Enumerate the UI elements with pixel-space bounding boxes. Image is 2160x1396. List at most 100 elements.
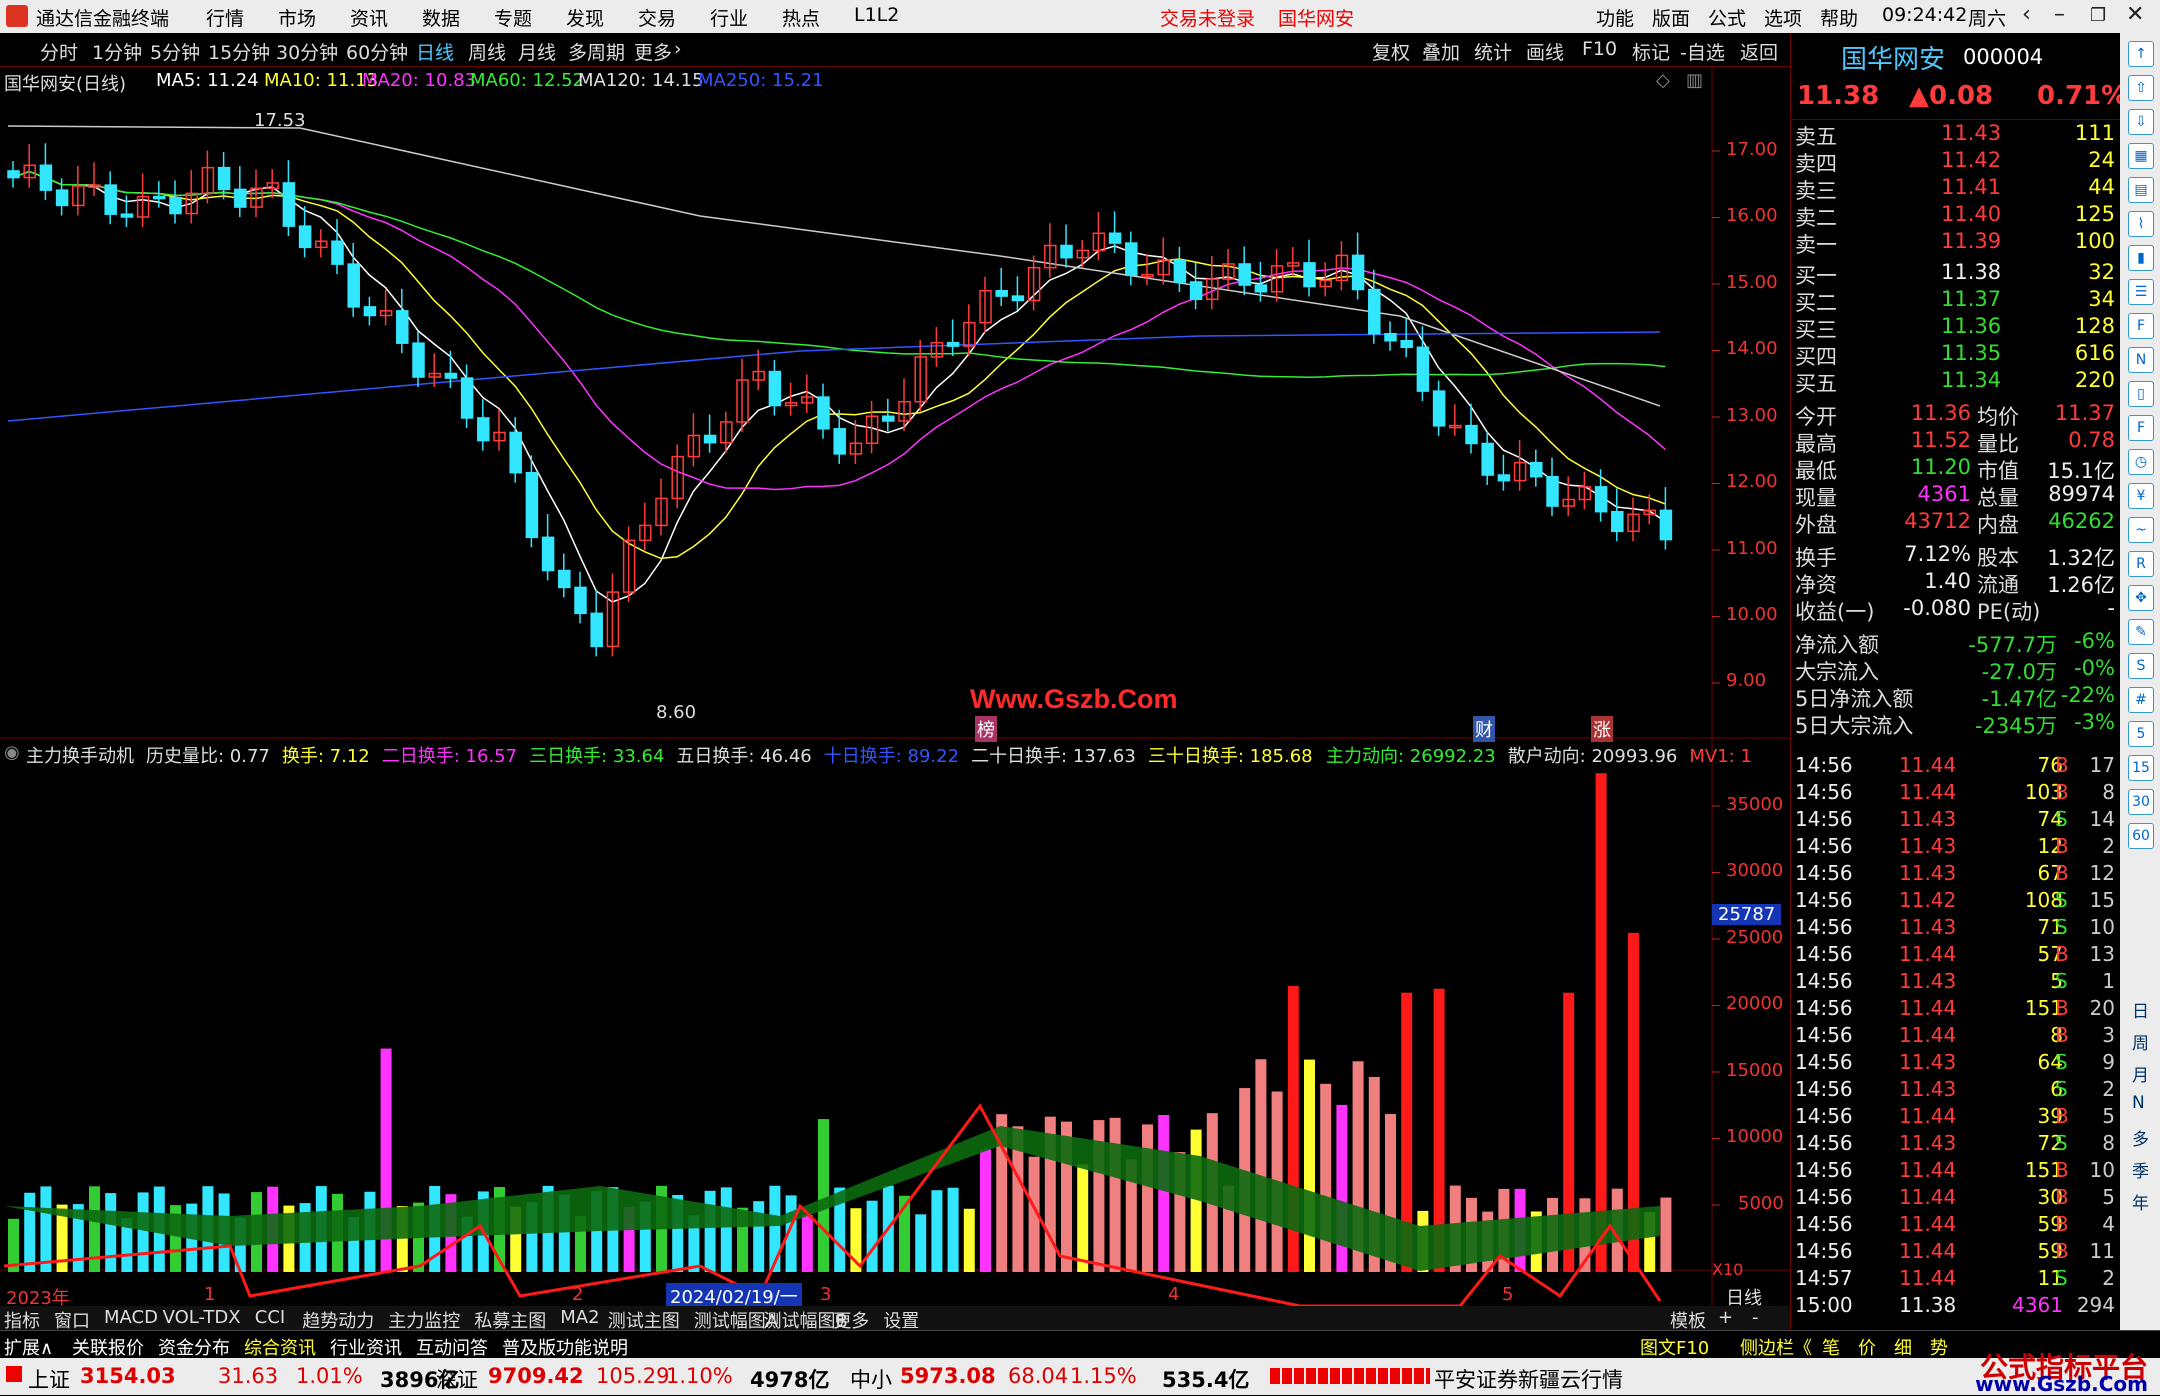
tick-row[interactable]: 15:00 11.38 4361 294 xyxy=(1791,1293,2121,1320)
side-period-year[interactable]: 年 xyxy=(2132,1189,2149,1214)
zx-index-name[interactable]: 中小 xyxy=(850,1364,892,1394)
trade-login-notice[interactable]: 交易未登录 xyxy=(1160,4,1255,31)
flow-row[interactable]: 净流入额 -577.7万 -6% xyxy=(1791,629,2121,657)
tool-huaxian[interactable]: 画线 xyxy=(1526,38,1564,65)
bar-chart-icon[interactable]: ▮ xyxy=(2128,245,2154,271)
menu-l1l2[interactable]: L1L2 xyxy=(854,4,899,26)
extension-tab[interactable]: 资金分布 xyxy=(158,1334,230,1360)
menu-jiaoyi[interactable]: 交易 xyxy=(638,4,676,31)
template-button[interactable]: + xyxy=(1718,1307,1733,1328)
buy-level-row[interactable]: 买二 11.37 34 xyxy=(1791,287,2121,315)
tick-row[interactable]: 14:56 11.44 151 B 20 xyxy=(1791,996,2121,1023)
tick-row[interactable]: 14:57 11.44 11 S 2 xyxy=(1791,1266,2121,1293)
menu-hangqing[interactable]: 行情 xyxy=(206,4,244,31)
side-tab[interactable]: 侧边栏《 xyxy=(1740,1334,1812,1360)
minimize-icon[interactable]: – xyxy=(2054,2,2065,27)
side-tab[interactable]: 细 xyxy=(1894,1334,1912,1360)
panel-toggle-icon[interactable]: ▥ xyxy=(1686,70,1703,91)
menu-faxian[interactable]: 发现 xyxy=(566,4,604,31)
tick-row[interactable]: 14:56 11.44 30 B 5 xyxy=(1791,1185,2121,1212)
fs-icon[interactable]: S xyxy=(2128,653,2154,679)
wave-icon[interactable]: ~ xyxy=(2128,517,2154,543)
pen-icon[interactable]: ✎ xyxy=(2128,619,2154,645)
sell-level-row[interactable]: 卖三 11.41 44 xyxy=(1791,175,2121,203)
side-period-day[interactable]: 日 xyxy=(2132,997,2149,1022)
side-period-multi[interactable]: 多 xyxy=(2132,1125,2149,1150)
extension-tab[interactable]: 扩展∧ xyxy=(4,1334,53,1360)
menu-xuanxiang[interactable]: 选项 xyxy=(1764,4,1802,31)
menu-bangzhu[interactable]: 帮助 xyxy=(1820,4,1858,31)
tool-zixuan[interactable]: -自选 xyxy=(1680,38,1725,65)
chevron-right-icon[interactable]: › xyxy=(674,38,682,60)
tick-row[interactable]: 14:56 11.43 6 S 2 xyxy=(1791,1077,2121,1104)
close-icon[interactable]: ✕ xyxy=(2126,2,2144,27)
menu-zixun[interactable]: 资讯 xyxy=(350,4,388,31)
tick-row[interactable]: 14:56 11.43 67 B 12 xyxy=(1791,861,2121,888)
stat-row[interactable]: 现量 4361 总量 89974 xyxy=(1791,482,2121,510)
sell-level-row[interactable]: 卖二 11.40 125 xyxy=(1791,202,2121,230)
side-period-season[interactable]: 季 xyxy=(2132,1157,2149,1182)
tool-biaoji[interactable]: 标记 xyxy=(1632,38,1670,65)
restore-icon[interactable]: ❐ xyxy=(2090,5,2106,26)
stat-row[interactable]: 净资 1.40 流通 1.26亿 xyxy=(1791,569,2121,597)
indicator-tab[interactable]: CCI xyxy=(255,1307,285,1328)
diamond-icon[interactable]: ◇ xyxy=(1656,70,1670,91)
sell-level-row[interactable]: 卖一 11.39 100 xyxy=(1791,229,2121,257)
tick-row[interactable]: 14:56 11.44 59 B 4 xyxy=(1791,1212,2121,1239)
back-arrow-icon[interactable]: ‹ xyxy=(2022,2,2031,27)
period-15min[interactable]: 15分钟 xyxy=(208,38,270,65)
f2-icon[interactable]: F xyxy=(2128,415,2154,441)
move-icon[interactable]: ✥ xyxy=(2128,585,2154,611)
tool-diejia[interactable]: 叠加 xyxy=(1422,38,1460,65)
tick-row[interactable]: 14:56 11.43 74 S 14 xyxy=(1791,807,2121,834)
tick-row[interactable]: 14:56 11.42 108 S 15 xyxy=(1791,888,2121,915)
extension-tab[interactable]: 行业资讯 xyxy=(330,1334,402,1360)
indicator-tab[interactable]: VOL-TDX xyxy=(163,1307,241,1328)
stat-row[interactable]: 最低 11.20 市值 15.1亿 xyxy=(1791,455,2121,483)
tool-f10[interactable]: F10 xyxy=(1582,38,1617,60)
table-icon[interactable]: ▤ xyxy=(2128,177,2154,203)
period-daily[interactable]: 日线 xyxy=(416,38,454,65)
tick-row[interactable]: 14:56 11.44 57 B 13 xyxy=(1791,942,2121,969)
side-tab[interactable]: 图文F10 xyxy=(1640,1334,1709,1360)
up-arrow-icon[interactable]: ↑ xyxy=(2128,41,2154,67)
broker-name[interactable]: 平安证券新疆云行情 xyxy=(1434,1364,1623,1394)
tick-row[interactable]: 14:56 11.44 76 B 17 xyxy=(1791,753,2121,780)
stat-row[interactable]: 外盘 43712 内盘 46262 xyxy=(1791,509,2121,537)
period-1min[interactable]: 1分钟 xyxy=(92,38,142,65)
sz-index-name[interactable]: 深证 xyxy=(436,1364,478,1394)
money-icon[interactable]: ¥ xyxy=(2128,483,2154,509)
flow-row[interactable]: 大宗流入 -27.0万 -0% xyxy=(1791,656,2121,684)
down-icon[interactable]: ⇩ xyxy=(2128,109,2154,135)
five-min-icon[interactable]: 5 xyxy=(2128,721,2154,747)
menu-banmian[interactable]: 版面 xyxy=(1652,4,1690,31)
menu-shuju[interactable]: 数据 xyxy=(422,4,460,31)
sh-index-name[interactable]: 上证 xyxy=(28,1364,70,1394)
tick-row[interactable]: 14:56 11.43 5 S 1 xyxy=(1791,969,2121,996)
period-5min[interactable]: 5分钟 xyxy=(150,38,200,65)
stat-row[interactable]: 收益(一) -0.080 PE(动) - xyxy=(1791,596,2121,624)
template-button[interactable]: - xyxy=(1752,1307,1759,1328)
up-icon[interactable]: ⇧ xyxy=(2128,75,2154,101)
tool-tongji[interactable]: 统计 xyxy=(1474,38,1512,65)
period-monthly[interactable]: 月线 xyxy=(518,38,556,65)
buy-level-row[interactable]: 买三 11.36 128 xyxy=(1791,314,2121,342)
period-fenshi[interactable]: 分时 xyxy=(40,38,78,65)
tick-row[interactable]: 14:56 11.44 151 B 10 xyxy=(1791,1158,2121,1185)
period-more[interactable]: 更多 xyxy=(634,38,672,65)
grid-icon[interactable]: ▦ xyxy=(2128,143,2154,169)
buy-level-row[interactable]: 买四 11.35 616 xyxy=(1791,341,2121,369)
side-period-week[interactable]: 周 xyxy=(2132,1029,2149,1054)
tick-row[interactable]: 14:56 11.43 64 S 9 xyxy=(1791,1050,2121,1077)
tick-row[interactable]: 14:56 11.44 8 B 3 xyxy=(1791,1023,2121,1050)
sixty-min-icon[interactable]: 60 xyxy=(2128,823,2154,849)
extension-tab[interactable]: 关联报价 xyxy=(72,1334,144,1360)
flow-row[interactable]: 5日净流入额 -1.47亿 -22% xyxy=(1791,683,2121,711)
tick-row[interactable]: 14:56 11.43 71 S 10 xyxy=(1791,915,2121,942)
indicator-dot-icon[interactable]: ◉ xyxy=(4,742,20,763)
f10-icon[interactable]: F xyxy=(2128,313,2154,339)
side-tab[interactable]: 价 xyxy=(1858,1334,1876,1360)
tick-row[interactable]: 14:56 11.43 12 B 2 xyxy=(1791,834,2121,861)
line-chart-icon[interactable]: ⌇ xyxy=(2128,211,2154,237)
period-60min[interactable]: 60分钟 xyxy=(346,38,408,65)
